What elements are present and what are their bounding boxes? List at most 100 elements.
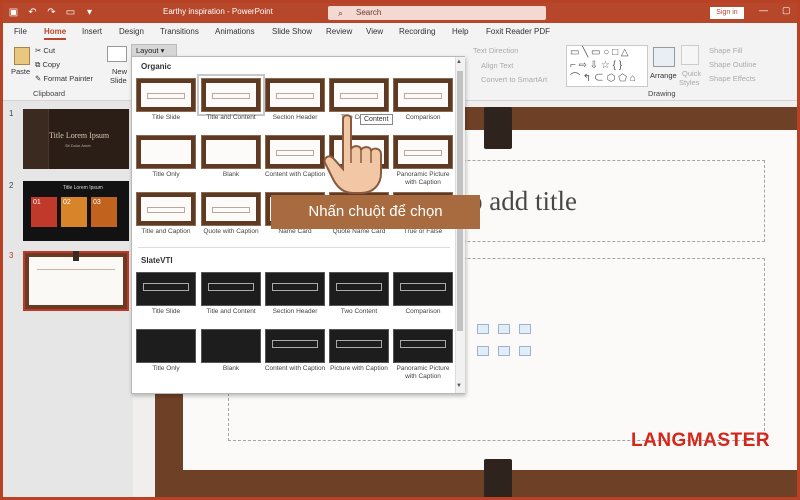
- format-painter-button[interactable]: ✎ Format Painter: [35, 74, 93, 83]
- thumb-subtitle: Sit Dolor Amet: [65, 143, 91, 148]
- title-bar: ▣ ↶ ↷ ▭ ▾ Earthy inspiration - PowerPoin…: [3, 3, 797, 23]
- quick-access-toolbar: ▣ ↶ ↷ ▭ ▾: [7, 6, 96, 19]
- 3d-model-icon[interactable]: [519, 324, 531, 334]
- layout-label: Quote with Caption: [203, 228, 259, 235]
- shape-effects-button[interactable]: Shape Effects: [709, 74, 756, 83]
- tab-animations[interactable]: Animations: [215, 27, 255, 36]
- search-placeholder: Search: [356, 8, 382, 17]
- layout-slate-panoramic[interactable]: [393, 329, 453, 363]
- slide-thumbnail-3[interactable]: [23, 251, 129, 311]
- new-slide-label[interactable]: New: [112, 67, 127, 76]
- new-slide-label-2: Slide: [110, 76, 127, 85]
- layout-organic-quote-caption[interactable]: [201, 192, 261, 226]
- tab-help[interactable]: Help: [452, 27, 468, 36]
- slide-thumbnail-1[interactable]: Title Lorem Ipsum Sit Dolor Amet: [23, 109, 129, 169]
- layout-label: Title and Caption: [141, 228, 191, 235]
- tab-transitions[interactable]: Transitions: [160, 27, 199, 36]
- layout-label: Comparison: [405, 114, 441, 121]
- tab-review[interactable]: Review: [326, 27, 352, 36]
- arrange-icon[interactable]: [653, 47, 675, 67]
- new-slide-icon[interactable]: [107, 46, 127, 62]
- smartart-icon[interactable]: [498, 324, 510, 334]
- layout-slate-title-content[interactable]: [201, 272, 261, 306]
- tab-design[interactable]: Design: [119, 27, 144, 36]
- chevron-down-icon: ▾: [160, 46, 165, 55]
- shape-outline-button[interactable]: Shape Outline: [709, 60, 757, 69]
- customize-qat-icon[interactable]: ▾: [83, 6, 96, 19]
- layout-slate-title-only[interactable]: [136, 329, 196, 363]
- layout-slate-comparison[interactable]: [393, 272, 453, 306]
- search-box[interactable]: ⌕ Search: [328, 6, 546, 20]
- langmaster-logo: LANGMASTER: [631, 430, 771, 451]
- video-icon[interactable]: [498, 346, 510, 356]
- copy-button[interactable]: ⧉ Copy: [35, 60, 60, 70]
- layout-organic-title-content[interactable]: [197, 74, 265, 116]
- layout-slate-picture-caption[interactable]: [329, 329, 389, 363]
- text-direction-button[interactable]: Text Direction: [473, 46, 518, 55]
- tab-insert[interactable]: Insert: [82, 27, 102, 36]
- layout-label: Title and Content: [206, 114, 256, 121]
- thumb-title: Title Lorem Ipsum: [63, 185, 103, 191]
- clipboard-group-label: Clipboard: [33, 89, 66, 98]
- layout-label: Panoramic Picture with Caption: [396, 365, 450, 380]
- layout-organic-two-content[interactable]: [329, 78, 389, 112]
- layout-label: Name Card: [278, 228, 312, 235]
- drawing-group-label: Drawing: [648, 89, 676, 98]
- tab-file[interactable]: File: [14, 27, 27, 36]
- search-icon: ⌕: [338, 8, 344, 18]
- layout-slate-title-slide[interactable]: [136, 272, 196, 306]
- layout-slate-section-header[interactable]: [265, 272, 325, 306]
- layout-organic-title-caption[interactable]: [136, 192, 196, 226]
- layout-slate-blank[interactable]: [201, 329, 261, 363]
- tab-view[interactable]: View: [366, 27, 383, 36]
- scroll-down-icon[interactable]: ▼: [456, 383, 462, 389]
- binder-clip-bottom: [484, 459, 512, 497]
- layout-label: Title Only: [152, 171, 180, 178]
- title-placeholder-text: o add title: [469, 186, 577, 216]
- slide-thumbnail-2[interactable]: Title Lorem Ipsum 01 02 03: [23, 181, 129, 241]
- sign-in-button[interactable]: Sign in: [710, 7, 744, 19]
- scroll-up-icon[interactable]: ▲: [456, 59, 462, 65]
- paste-label: Paste: [11, 67, 31, 76]
- present-icon[interactable]: ▭: [64, 6, 77, 19]
- layout-label: Quote Name Card: [332, 228, 386, 235]
- minimize-icon[interactable]: —: [759, 5, 768, 16]
- layout-organic-title-slide[interactable]: [136, 78, 196, 112]
- tab-slide-show[interactable]: Slide Show: [272, 27, 312, 36]
- layout-label: Section Header: [272, 308, 318, 315]
- tab-recording[interactable]: Recording: [399, 27, 435, 36]
- binder-clip-top: [484, 107, 512, 149]
- undo-icon[interactable]: ↶: [26, 6, 39, 19]
- layout-organic-section-header[interactable]: [265, 78, 325, 112]
- tab-home[interactable]: Home: [44, 27, 67, 40]
- layout-label: Layout: [136, 46, 159, 55]
- layout-organic-blank[interactable]: [201, 135, 261, 169]
- coffee-image: [23, 109, 49, 169]
- slide-number: 1: [9, 109, 14, 118]
- cut-button[interactable]: ✂ Cut: [35, 46, 55, 55]
- shapes-icon: ▭ ╲ ▭ ○ □ △ ⌐ ⇨ ⇩ ☆ { } ⌒ ↰ ⊂ ⬡ ⬠ ⌂: [570, 47, 636, 84]
- shapes-gallery[interactable]: ▭ ╲ ▭ ○ □ △ ⌐ ⇨ ⇩ ☆ { } ⌒ ↰ ⊂ ⬡ ⬠ ⌂: [566, 45, 648, 87]
- redo-icon[interactable]: ↷: [45, 6, 58, 19]
- restore-icon[interactable]: ▢: [782, 5, 791, 16]
- layout-slate-two-content[interactable]: [329, 272, 389, 306]
- picture-icon[interactable]: [477, 346, 489, 356]
- layout-label: Title Only: [152, 365, 180, 372]
- align-text-button[interactable]: Align Text: [481, 61, 513, 70]
- chart-icon[interactable]: [477, 324, 489, 334]
- quick-styles-label-2: Styles: [679, 78, 700, 87]
- layout-organic-comparison[interactable]: [393, 78, 453, 112]
- quick-styles-label: Quick: [682, 69, 702, 78]
- icons-icon[interactable]: [519, 346, 531, 356]
- layout-organic-content-caption[interactable]: [265, 135, 325, 169]
- convert-smartart-button[interactable]: Convert to SmartArt: [481, 75, 547, 84]
- app-window: ▣ ↶ ↷ ▭ ▾ Earthy inspiration - PowerPoin…: [0, 0, 800, 500]
- quick-styles-icon[interactable]: [681, 45, 699, 65]
- layout-organic-title-only[interactable]: [136, 135, 196, 169]
- instruction-callout: Nhấn chuột để chọn: [271, 195, 480, 229]
- tab-foxit[interactable]: Foxit Reader PDF: [486, 27, 550, 36]
- save-icon[interactable]: ▣: [7, 6, 20, 19]
- shape-fill-button[interactable]: Shape Fill: [709, 46, 742, 55]
- layout-organic-panoramic[interactable]: [393, 135, 453, 169]
- layout-slate-content-caption[interactable]: [265, 329, 325, 363]
